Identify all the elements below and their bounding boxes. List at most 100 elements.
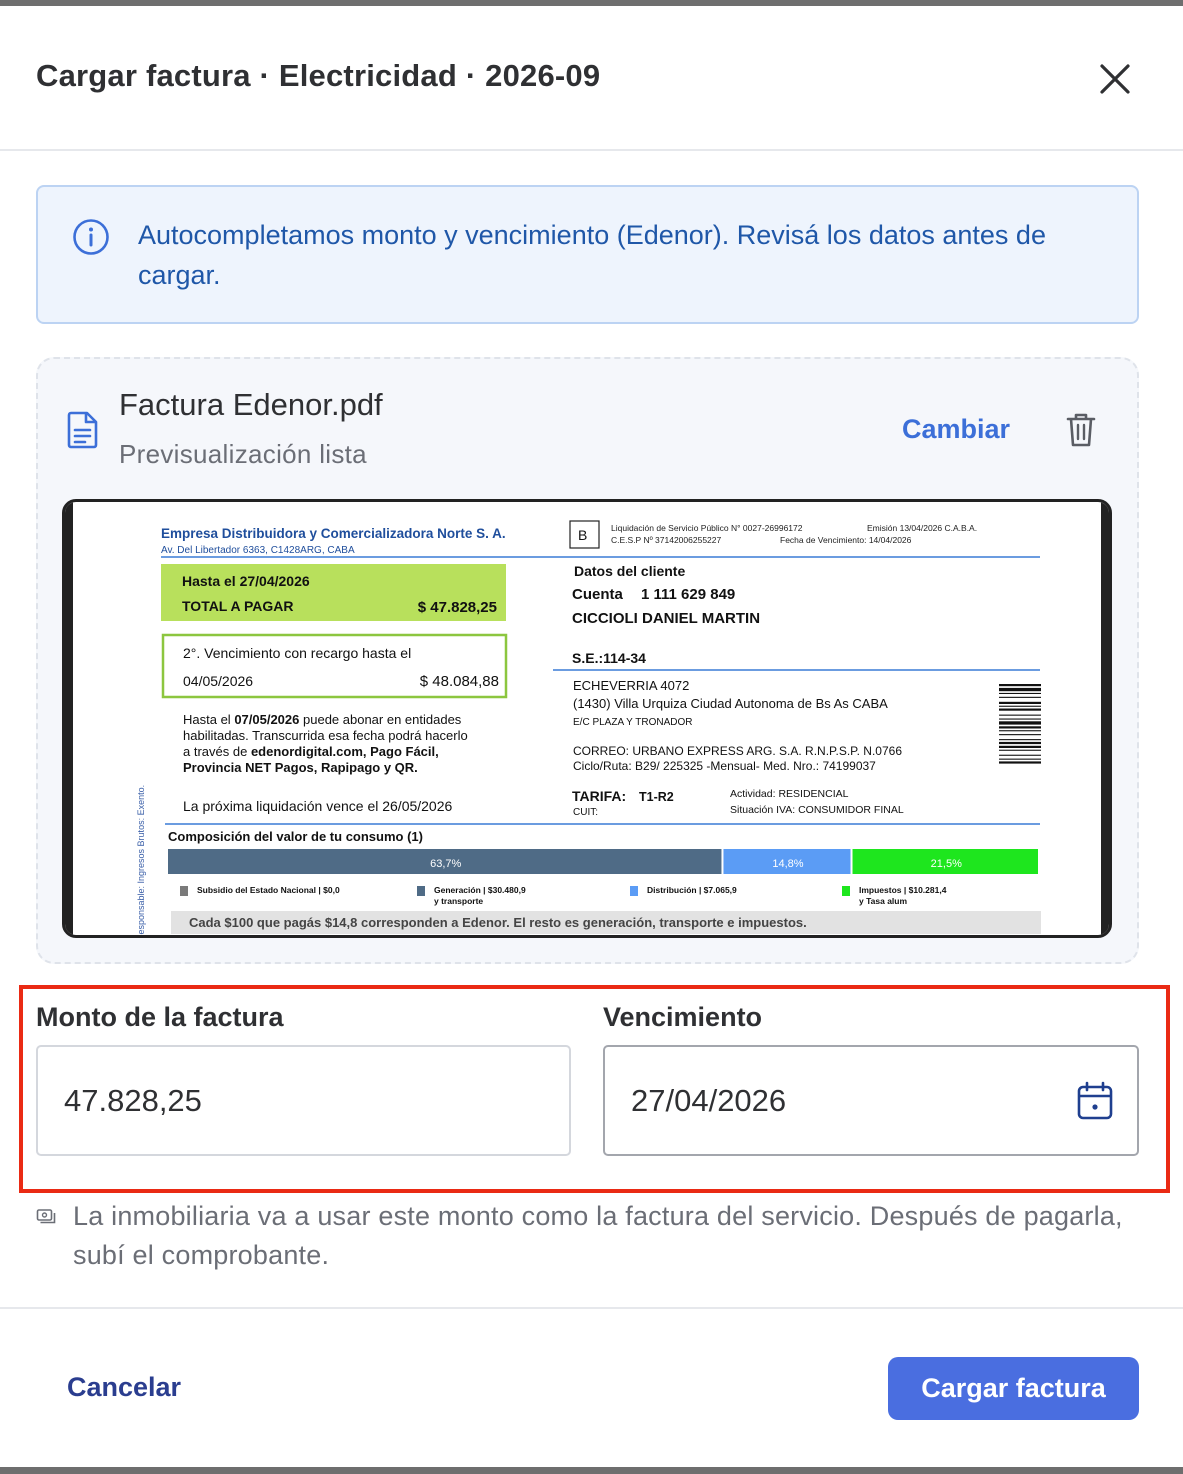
invoice-tariff-label: TARIFA: [572,788,626,804]
invoice-addr-2: (1430) Villa Urquiza Ciudad Autonoma de … [573,696,888,711]
close-icon[interactable] [1092,56,1138,102]
invoice-account-value: 1 111 629 849 [641,586,735,603]
invoice-pay-line-3: a través de edenordigital.com, Pago Fáci… [183,744,439,759]
barcode-bar [999,692,1041,694]
invoice-footer-note: Cada $100 que pagás $14,8 corresponden a… [189,915,807,930]
invoice-pay-date: 07/05/2026 [234,712,299,727]
amount-label: Monto de la factura [36,1002,284,1032]
barcode-bar [999,726,1041,729]
invoice-pay-p3: a través de [183,744,251,759]
dialog-header: Cargar factura · Electricidad · 2026-09 [0,6,1183,151]
invoice-company: Empresa Distribuidora y Comercializadora… [161,526,506,541]
due-date-label: Vencimiento [603,1002,763,1032]
barcode-bar [999,684,1041,687]
legend-swatch [180,886,188,896]
invoice-activity: Actividad: RESIDENCIAL [730,788,849,800]
change-file-button[interactable]: Cambiar [902,414,1010,445]
footer-divider [0,1307,1183,1309]
invoice-addr-1: ECHEVERRIA 4072 [573,678,689,693]
barcode-bar [999,705,1041,707]
legend-label: Impuestos | $10.281,4 [859,885,947,895]
invoice-pay-line-2: habilitadas. Transcurrida esa fecha podr… [183,728,468,743]
invoice-emission: Emisión 13/04/2026 C.A.B.A. [867,523,977,533]
invoice-second-due-value: $ 48.084,88 [420,673,499,690]
barcode-bar [999,758,1041,760]
barcode-bar [999,721,1041,725]
barcode-bar [999,741,1041,745]
banner-text: Autocompletamos monto y vencimiento (Ede… [138,220,1046,290]
barcode-bar [999,754,1041,756]
invoice-iva: Situación IVA: CONSUMIDOR FINAL [730,804,904,816]
invoice-mail-2: Ciclo/Ruta: B29/ 225325 -Mensual- Med. N… [573,759,876,773]
barcode-bar [999,718,1041,720]
legend-label: Generación | $30.480,9 [434,885,526,895]
barcode-bar [999,761,1041,764]
invoice-pay-line-4: Provincia NET Pagos, Rapipago y QR. [183,760,418,775]
barcode-bar [999,696,1041,698]
composition-segment-label: 14,8% [772,858,803,870]
invoice-second-due: 2°. Vencimiento con recargo hasta el [183,645,411,661]
info-icon [71,217,111,257]
invoice-preview: Empresa Distribuidora y Comercializadora… [62,499,1112,938]
invoice-next: La próxima liquidación vence el 26/05/20… [183,798,453,814]
barcode-bar [999,739,1041,741]
barcode-bar [999,708,1041,711]
barcode-bar [999,734,1041,736]
invoice-total-value: $ 47.828,25 [418,599,497,616]
legend-label: Subsidio del Estado Nacional | $0,0 [197,885,340,895]
bottom-border [0,1467,1183,1474]
invoice-client-name: CICCIOLI DANIEL MARTIN [572,610,760,627]
barcode-bar [999,730,1041,732]
amount-input[interactable]: 47.828,25 [36,1045,571,1156]
barcode [999,684,1041,764]
legend-swatch [630,886,638,896]
dialog-title: Cargar factura · Electricidad · 2026-09 [36,58,601,93]
composition-legend: Subsidio del Estado Nacional | $0,0 Gener… [180,885,947,906]
legend-swatch [417,886,425,896]
invoice-pay-p1: Hasta el [183,712,234,727]
invoice-preview-image: Empresa Distribuidora y Comercializadora… [136,520,1041,938]
legend-label: y Tasa alum [859,896,907,906]
submit-invoice-button[interactable]: Cargar factura [888,1357,1139,1420]
invoice-type: B [578,527,587,543]
document-icon [66,411,100,449]
invoice-account-label: Cuenta [572,586,623,603]
invoice-address: Av. Del Libertador 6363, C1428ARG, CABA [161,545,355,556]
invoice-tariff-value: T1-R2 [639,790,674,804]
file-name: Factura Edenor.pdf [119,387,383,422]
usage-note: La inmobiliaria va a usar este monto com… [73,1201,1123,1270]
invoice-pay-p2: puede abonar en entidades [299,712,461,727]
calendar-icon[interactable] [1076,1081,1114,1121]
invoice-header-1: Liquidación de Servicio Público N° 0027-… [611,523,803,533]
cancel-button[interactable]: Cancelar [67,1372,181,1403]
invoice-second-due-date: 04/05/2026 [183,673,253,689]
barcode-bar [999,687,1041,692]
legend-label: y transporte [434,896,483,906]
invoice-total-label: TOTAL A PAGAR [182,598,293,614]
composition-segment-label: 63,7% [430,858,461,870]
invoice-mail-1: CORREO: URBANO EXPRESS ARG. S.A. R.N.P.S… [573,744,902,758]
invoice-se: S.E.:114-34 [572,650,646,666]
barcode-bar [999,714,1041,716]
invoice-pay-channels: edenordigital.com, Pago Fácil, [251,744,439,759]
barcode-bar [999,749,1041,751]
invoice-pay-line-1: Hasta el 07/05/2026 puede abonar en enti… [183,712,462,727]
due-date-input[interactable]: 27/04/2026 [603,1045,1139,1156]
legend-swatch [842,886,850,896]
barcode-bar [999,745,1041,748]
invoice-side-text: Responsable: Ingresos Brutos: Exento. [136,785,146,938]
barcode-bar [999,701,1041,704]
invoice-addr-3: E/C PLAZA Y TRONADOR [573,717,692,728]
trash-icon[interactable] [1064,411,1098,449]
invoice-header-2: C.E.S.P Nº 37142006255227 [611,535,721,545]
invoice-due-header: Fecha de Vencimiento: 14/04/2026 [780,535,912,545]
composition-segment-label: 21,5% [931,858,962,870]
composition-bar: 63,7% 14,8% 21,5% [168,849,1038,874]
file-status: Previsualización lista [119,439,367,469]
invoice-due-until: Hasta el 27/04/2026 [182,573,310,589]
invoice-client-title: Datos del cliente [574,563,685,579]
invoice-cuit: CUIT: [573,807,598,818]
money-icon [36,1207,56,1225]
invoice-composition-title: Composición del valor de tu consumo (1) [168,829,423,844]
legend-label: Distribución | $7.065,9 [647,885,737,895]
